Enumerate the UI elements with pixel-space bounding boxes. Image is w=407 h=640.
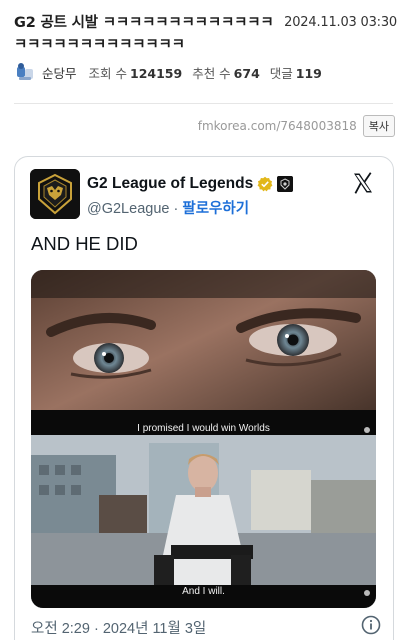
comments-value: 119	[295, 65, 322, 81]
watermark-icon	[364, 427, 370, 433]
tweet-handle-row: @G2League · 팔로우하기	[87, 197, 249, 218]
watermark-icon-2	[364, 590, 370, 596]
verified-badge-icon	[257, 176, 273, 192]
affiliate-badge-icon	[277, 176, 294, 192]
tweet-avatar[interactable]	[30, 169, 80, 219]
copy-url-button[interactable]: 복사	[362, 115, 395, 137]
handle-separator: ·	[173, 201, 179, 217]
caption-top: I promised I would win Worlds	[137, 423, 270, 434]
tweet-timestamp[interactable]: 오전 2:29 · 2024년 11월 3일	[31, 617, 206, 638]
upvotes-label: 추천 수	[192, 65, 231, 81]
tweet-handle[interactable]: @G2League	[87, 201, 169, 217]
upvotes-value: 674	[233, 65, 260, 81]
tweet-text: AND HE DID	[31, 233, 138, 254]
post-header: 2024.11.03 03:30 G2 공트 시발 ㅋㅋㅋㅋㅋㅋㅋㅋㅋㅋㅋㅋㅋ …	[14, 12, 397, 56]
x-logo-icon[interactable]	[351, 171, 375, 195]
video-frame-outdoor	[31, 435, 376, 608]
post-meta: 순당무 조회 수 124159 추천 수 674 댓글 119	[14, 60, 332, 84]
comments-label: 댓글	[269, 65, 293, 81]
video-frame-closeup	[31, 270, 376, 435]
g2-logo-icon	[30, 169, 80, 219]
author-name[interactable]: 순당무	[42, 63, 77, 82]
header-divider	[14, 103, 393, 104]
caption-bottom: And I will.	[182, 586, 225, 597]
upvotes-count: 추천 수 674	[192, 63, 260, 82]
author-avatar-icon	[17, 63, 33, 80]
post-date: 2024.11.03 03:30	[284, 15, 397, 30]
tweet-author-row: G2 League of Legends	[87, 175, 294, 193]
post-title-line-1: 2024.11.03 03:30 G2 공트 시발 ㅋㅋㅋㅋㅋㅋㅋㅋㅋㅋㅋㅋㅋ	[14, 12, 397, 34]
short-url[interactable]: fmkorea.com/7648003818	[198, 119, 357, 133]
embedded-tweet[interactable]: G2 League of Legends @G2League · 팔로우하기 A…	[14, 156, 394, 640]
post-title-line-2: ㅋㅋㅋㅋㅋㅋㅋㅋㅋㅋㅋㅋㅋ	[14, 37, 185, 53]
short-url-row: fmkorea.com/7648003818 복사	[198, 115, 395, 137]
tweet-media[interactable]: I promised I would win Worlds And I will…	[31, 270, 376, 608]
post-title-text: G2 공트 시발 ㅋㅋㅋㅋㅋㅋㅋㅋㅋㅋㅋㅋㅋ	[14, 15, 274, 31]
tweet-display-name[interactable]: G2 League of Legends	[87, 175, 253, 193]
follow-button[interactable]: 팔로우하기	[182, 201, 249, 217]
views-value: 124159	[130, 65, 183, 81]
views-label: 조회 수	[88, 65, 127, 81]
info-icon[interactable]	[361, 615, 381, 635]
comments-count[interactable]: 댓글 119	[270, 63, 322, 82]
views-count: 조회 수 124159	[89, 63, 183, 82]
